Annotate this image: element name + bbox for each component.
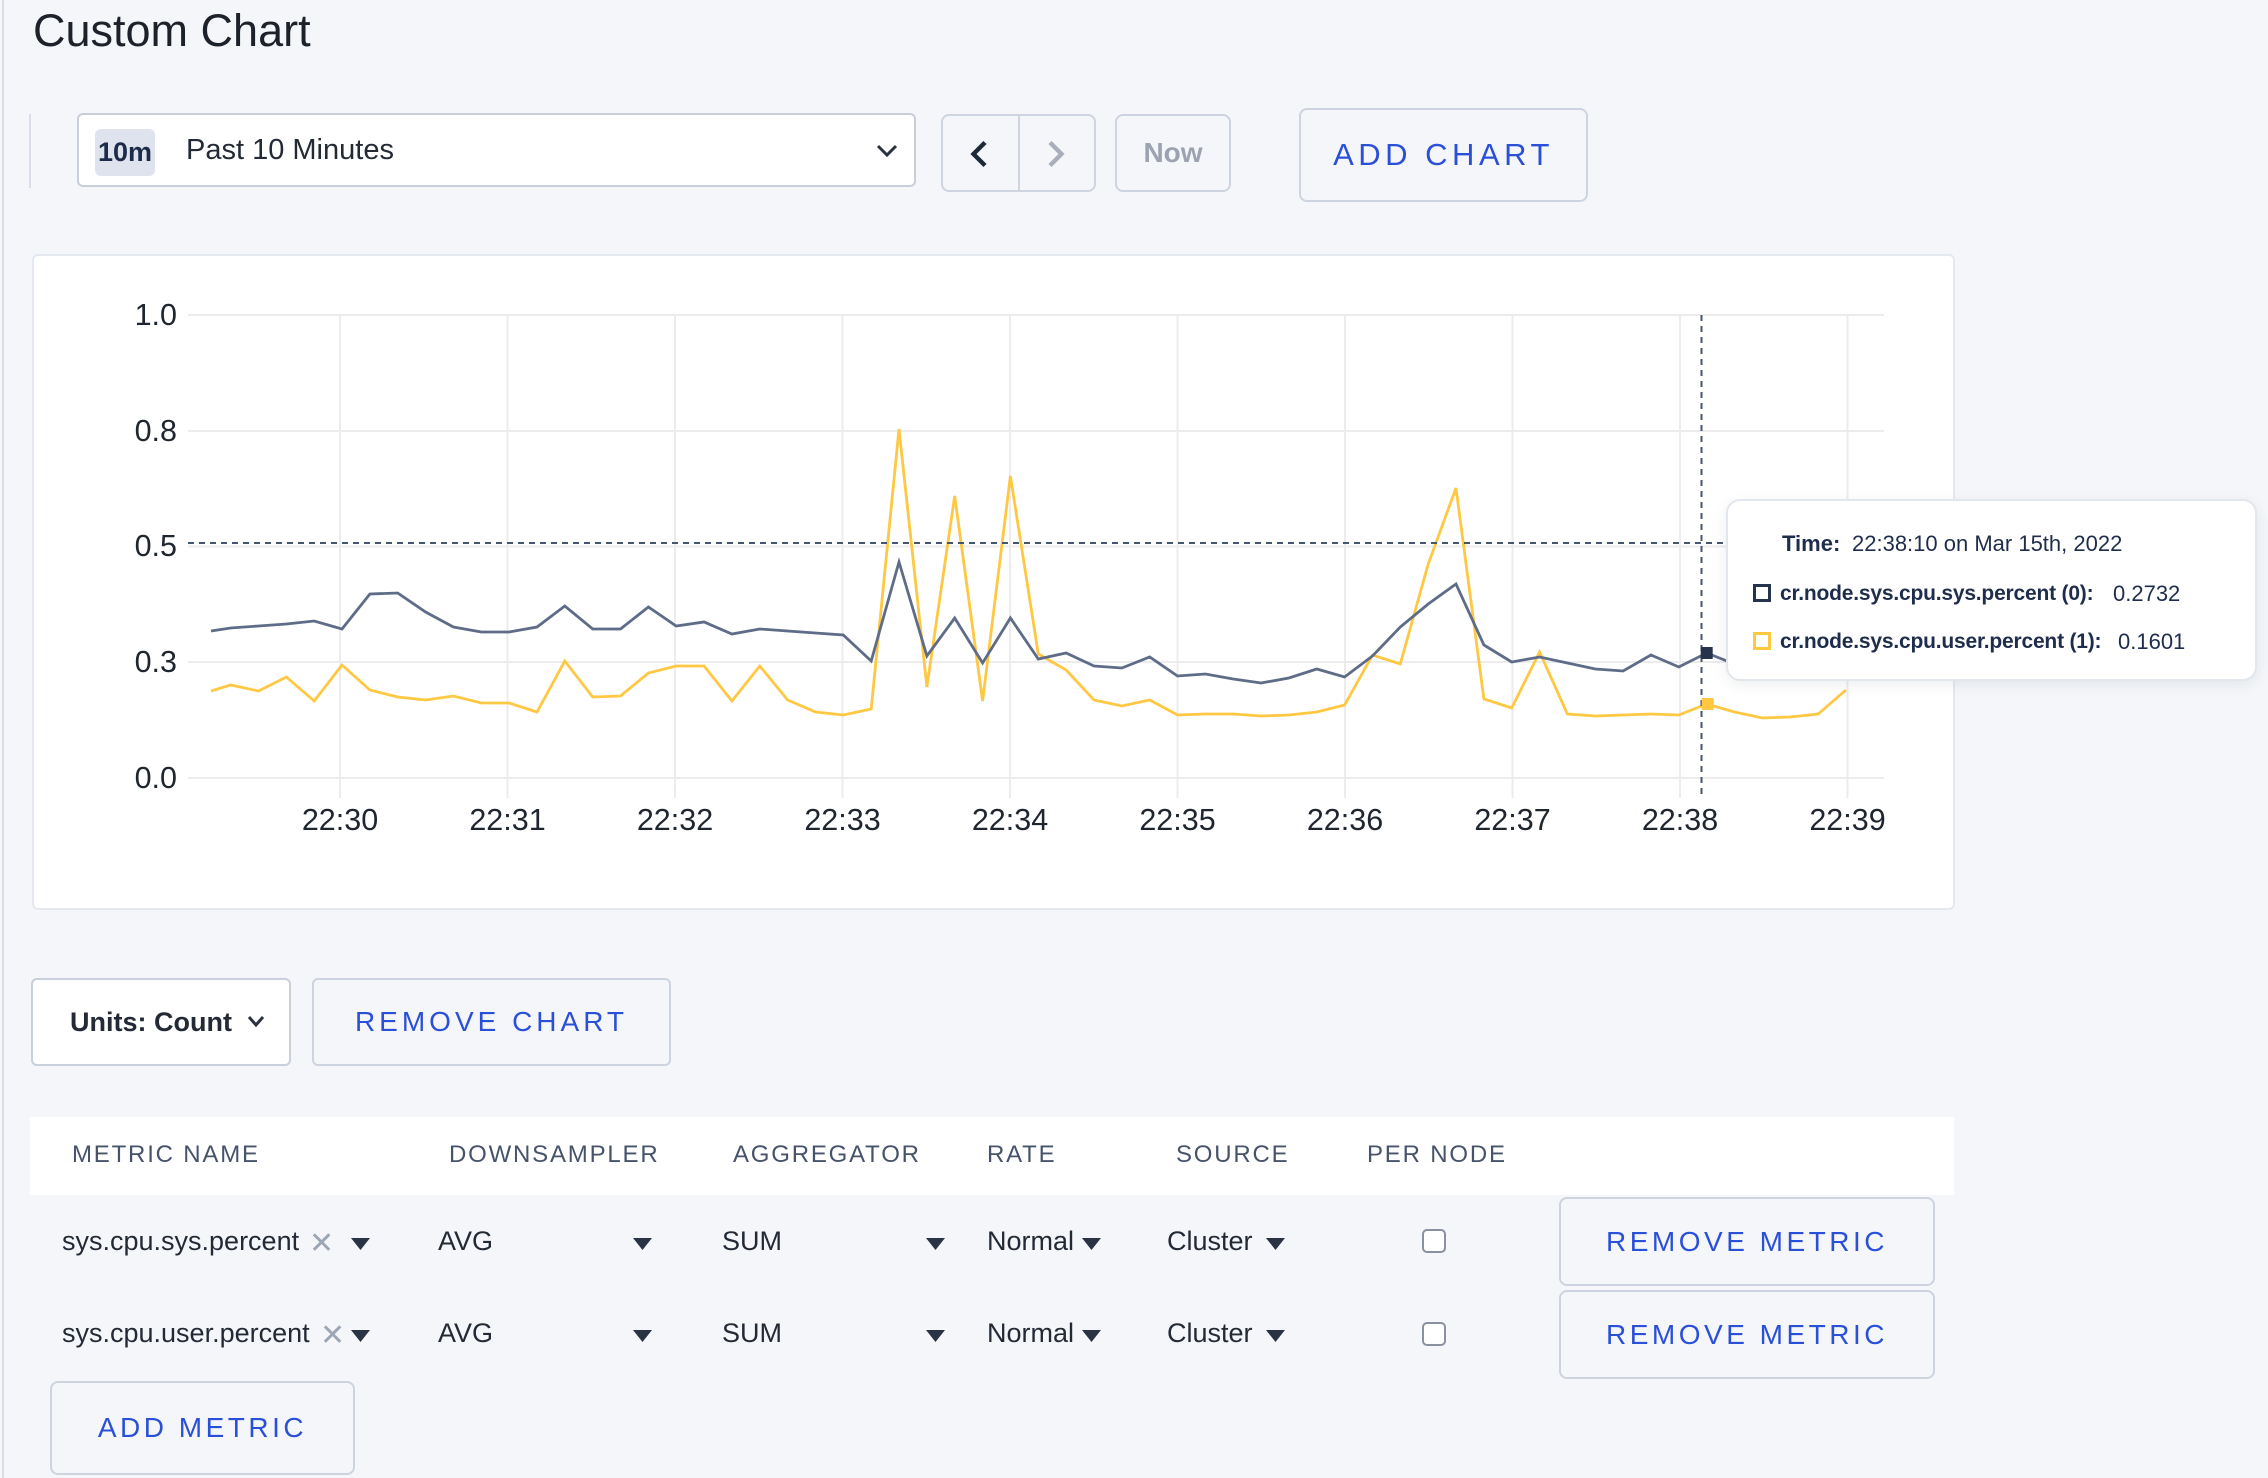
- svg-text:1.0: 1.0: [135, 298, 177, 332]
- svg-text:22:33: 22:33: [804, 803, 880, 837]
- svg-text:0.8: 0.8: [135, 414, 177, 448]
- svg-text:0.5: 0.5: [135, 529, 177, 563]
- svg-text:0.3: 0.3: [135, 645, 177, 679]
- svg-text:22:39: 22:39: [1809, 803, 1885, 837]
- svg-text:22:37: 22:37: [1474, 803, 1550, 837]
- svg-text:22:36: 22:36: [1307, 803, 1383, 837]
- svg-text:22:35: 22:35: [1139, 803, 1215, 837]
- svg-text:0.0: 0.0: [135, 761, 177, 795]
- svg-text:22:31: 22:31: [469, 803, 545, 837]
- svg-text:22:38: 22:38: [1642, 803, 1718, 837]
- svg-text:22:34: 22:34: [972, 803, 1048, 837]
- svg-text:22:30: 22:30: [302, 803, 378, 837]
- svg-text:22:32: 22:32: [637, 803, 713, 837]
